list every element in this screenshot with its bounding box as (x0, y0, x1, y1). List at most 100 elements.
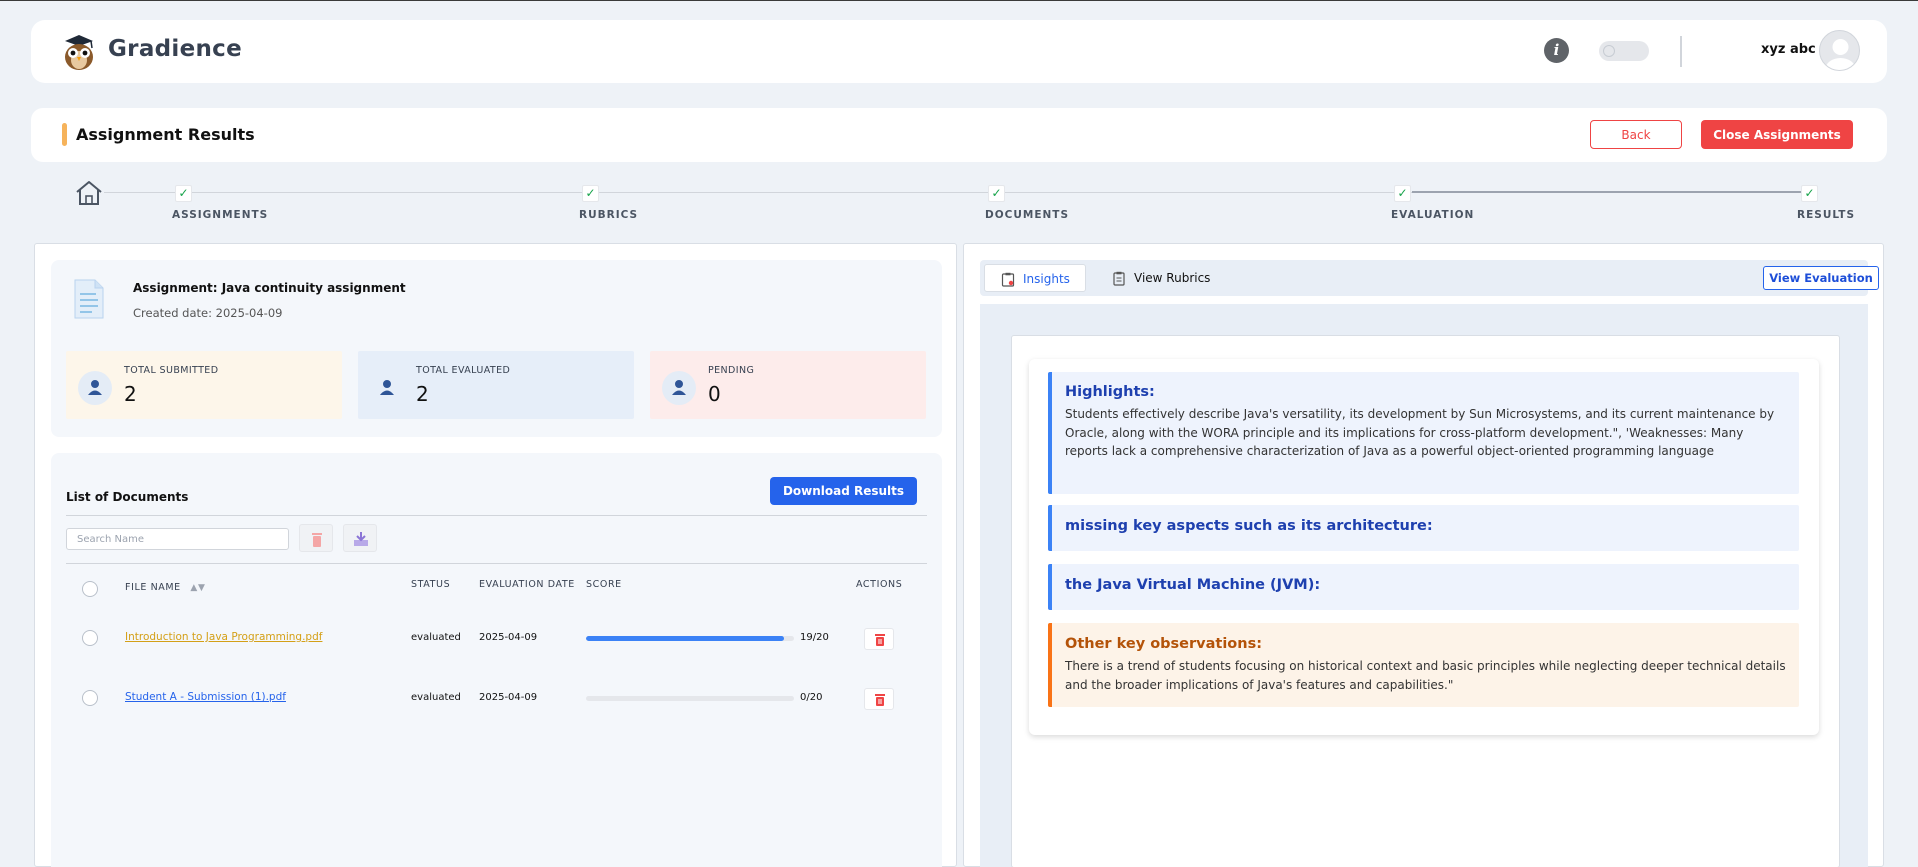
select-all-checkbox[interactable] (82, 581, 98, 597)
step-assignments[interactable]: ASSIGNMENTS (172, 209, 268, 221)
column-actions: ACTIONS (856, 579, 903, 590)
step-rubrics[interactable]: RUBRICS (579, 209, 638, 221)
theme-toggle[interactable] (1599, 41, 1649, 61)
column-status: STATUS (411, 579, 451, 590)
column-file-name[interactable]: FILE NAME ▲▼ (125, 582, 205, 593)
results-left-panel: Assignment: Java continuity assignment C… (34, 243, 957, 867)
insights-right-panel: Insights View Rubrics View Evaluation Hi… (963, 243, 1884, 867)
progress-stepper: ✓ ASSIGNMENTS ✓ RUBRICS ✓ DOCUMENTS ✓ EV… (0, 175, 1918, 225)
step-documents[interactable]: DOCUMENTS (985, 209, 1069, 221)
insights-tabbar: Insights View Rubrics View Evaluation (980, 260, 1879, 296)
stat-value: 2 (416, 382, 429, 406)
tab-label: View Rubrics (1134, 271, 1211, 285)
stat-total-evaluated: TOTAL EVALUATED 2 (358, 351, 634, 419)
row-checkbox[interactable] (82, 630, 98, 646)
highlights-text: Students effectively describe Java's ver… (1065, 407, 1775, 458)
assignment-summary-card: Assignment: Java continuity assignment C… (51, 260, 942, 437)
row-score: 0/20 (800, 692, 823, 703)
stepper-track-active (1412, 191, 1801, 193)
divider (66, 515, 927, 516)
column-label: FILE NAME (125, 582, 181, 593)
highlights-block: Highlights: Students effectively describ… (1048, 372, 1799, 494)
info-icon[interactable]: i (1544, 38, 1569, 63)
delete-row-button[interactable] (864, 688, 894, 710)
user-icon (78, 371, 112, 405)
home-icon[interactable] (74, 179, 104, 207)
missing-aspects-heading: missing key aspects such as its architec… (1065, 518, 1433, 534)
user-avatar-icon (1825, 39, 1856, 70)
row-date: 2025-04-09 (479, 692, 538, 703)
step-check-icon: ✓ (988, 185, 1005, 202)
row-status: evaluated (411, 632, 461, 643)
header-divider (1680, 36, 1682, 67)
sun-icon (1603, 45, 1615, 57)
row-status: evaluated (411, 692, 461, 703)
row-checkbox[interactable] (82, 690, 98, 706)
row-date: 2025-04-09 (479, 632, 538, 643)
close-assignments-button[interactable]: Close Assignments (1701, 120, 1853, 149)
jvm-block: the Java Virtual Machine (JVM): (1048, 564, 1799, 610)
page-title: Assignment Results (76, 125, 255, 144)
column-evaluation-date: EVALUATION DATE (479, 579, 575, 590)
title-accent-bar (62, 123, 67, 146)
other-observations-block: Other key observations: There is a trend… (1048, 623, 1799, 707)
trash-icon (875, 634, 885, 646)
user-icon (662, 371, 696, 405)
owl-logo-icon (65, 35, 93, 70)
row-score: 19/20 (800, 632, 829, 643)
bulk-download-button[interactable] (343, 524, 377, 552)
clipboard-icon (1001, 272, 1015, 287)
step-check-icon: ✓ (175, 185, 192, 202)
assignment-name: Assignment: Java continuity assignment (133, 281, 406, 295)
assignment-created-date: Created date: 2025-04-09 (133, 306, 283, 320)
score-bar-fill (586, 636, 784, 641)
document-icon (74, 279, 104, 319)
stat-value: 0 (708, 382, 721, 406)
step-evaluation[interactable]: EVALUATION (1391, 209, 1474, 221)
tab-view-rubrics[interactable]: View Rubrics (1096, 264, 1216, 292)
file-link[interactable]: Introduction to Java Programming.pdf (125, 631, 322, 643)
trash-icon (875, 694, 885, 706)
stat-label: TOTAL SUBMITTED (124, 365, 219, 376)
download-results-button[interactable]: Download Results (770, 477, 917, 505)
stat-pending: PENDING 0 (650, 351, 926, 419)
file-link[interactable]: Student A - Submission (1).pdf (125, 691, 286, 703)
trash-icon (312, 533, 322, 547)
stat-label: TOTAL EVALUATED (416, 365, 511, 376)
top-border (0, 0, 1918, 1)
clipboard-icon (1113, 271, 1125, 286)
avatar[interactable] (1819, 30, 1860, 71)
divider (66, 563, 927, 564)
documents-list-card: List of Documents Download Results FILE … (51, 453, 942, 867)
username: xyz abc (1761, 42, 1816, 57)
tab-insights[interactable]: Insights (984, 264, 1086, 292)
jvm-heading: the Java Virtual Machine (JVM): (1065, 577, 1321, 593)
stat-value: 2 (124, 382, 137, 406)
highlights-heading: Highlights: (1065, 384, 1155, 400)
step-check-icon: ✓ (582, 185, 599, 202)
score-bar (586, 696, 794, 701)
brand-name: Gradience (108, 36, 242, 62)
app-header: Gradience i xyz abc (31, 20, 1887, 83)
step-results[interactable]: RESULTS (1797, 209, 1855, 221)
stat-label: PENDING (708, 365, 755, 376)
tab-label: Insights (1023, 272, 1070, 286)
sort-icon[interactable]: ▲▼ (190, 583, 205, 593)
download-icon (354, 532, 368, 546)
other-observations-text: There is a trend of students focusing on… (1065, 659, 1786, 692)
column-score: SCORE (586, 579, 622, 590)
missing-aspects-block: missing key aspects such as its architec… (1048, 505, 1799, 551)
page-title-bar: Assignment Results Back Close Assignment… (31, 108, 1887, 162)
view-evaluation-button[interactable]: View Evaluation (1763, 266, 1879, 290)
delete-row-button[interactable] (864, 628, 894, 650)
step-check-icon: ✓ (1394, 185, 1411, 202)
back-button[interactable]: Back (1590, 120, 1682, 149)
bulk-delete-button[interactable] (299, 524, 333, 552)
stat-total-submitted: TOTAL SUBMITTED 2 (66, 351, 342, 419)
user-icon (370, 371, 404, 405)
other-observations-heading: Other key observations: (1065, 636, 1263, 652)
step-check-icon: ✓ (1801, 185, 1818, 202)
search-input[interactable] (66, 528, 289, 550)
score-bar (586, 636, 794, 641)
documents-list-title: List of Documents (66, 490, 189, 504)
